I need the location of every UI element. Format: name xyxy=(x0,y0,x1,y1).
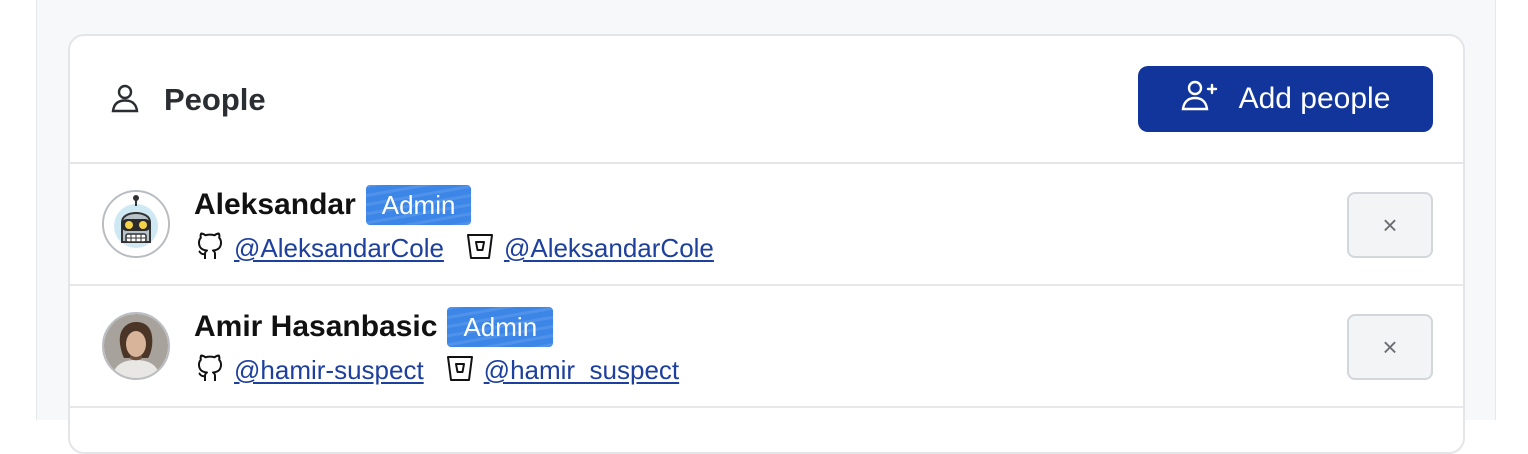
bitbucket-handle-link[interactable]: @hamir_suspect xyxy=(484,355,679,386)
person-name: Amir Hasanbasic xyxy=(194,310,438,343)
github-handle-link[interactable]: @AleksandarCole xyxy=(234,233,444,264)
person-handles: @hamir-suspect @hamir_suspect xyxy=(194,352,679,388)
person-info: Aleksandar Admin @AleksandarCole @Aleksa… xyxy=(194,184,714,266)
person-name-line: Amir Hasanbasic Admin xyxy=(194,306,679,348)
person-name: Aleksandar xyxy=(194,188,356,221)
close-icon: × xyxy=(1382,331,1398,362)
add-people-label: Add people xyxy=(1238,82,1391,115)
person-icon xyxy=(110,83,140,118)
person-add-icon xyxy=(1181,79,1221,119)
person-row: Amir Hasanbasic Admin @hamir-suspect @ha… xyxy=(70,286,1463,408)
people-panel-header: People Add people xyxy=(70,36,1463,164)
robot-avatar xyxy=(102,190,170,258)
bitbucket-icon xyxy=(464,230,496,267)
person-handles: @AleksandarCole @AleksandarCole xyxy=(194,230,714,266)
close-icon: × xyxy=(1382,209,1398,240)
role-badge: Admin xyxy=(447,307,554,347)
bitbucket-handle-link[interactable]: @AleksandarCole xyxy=(504,233,714,264)
person-name-line: Aleksandar Admin xyxy=(194,184,714,226)
remove-person-button[interactable]: × xyxy=(1347,192,1433,258)
remove-person-button[interactable]: × xyxy=(1347,314,1433,380)
github-icon xyxy=(194,352,226,389)
github-icon xyxy=(194,230,226,267)
add-people-button[interactable]: Add people xyxy=(1138,66,1433,132)
person-info: Amir Hasanbasic Admin @hamir-suspect @ha… xyxy=(194,306,679,388)
panel-title: People xyxy=(110,82,266,118)
people-panel: People Add people Aleksandar Admin @Alek… xyxy=(68,34,1465,454)
github-handle-link[interactable]: @hamir-suspect xyxy=(234,355,424,386)
people-list: Aleksandar Admin @AleksandarCole @Aleksa… xyxy=(70,164,1463,408)
photo-avatar xyxy=(102,312,170,380)
panel-title-text: People xyxy=(164,82,266,117)
person-row: Aleksandar Admin @AleksandarCole @Aleksa… xyxy=(70,164,1463,286)
role-badge: Admin xyxy=(365,185,472,225)
bitbucket-icon xyxy=(444,352,476,389)
